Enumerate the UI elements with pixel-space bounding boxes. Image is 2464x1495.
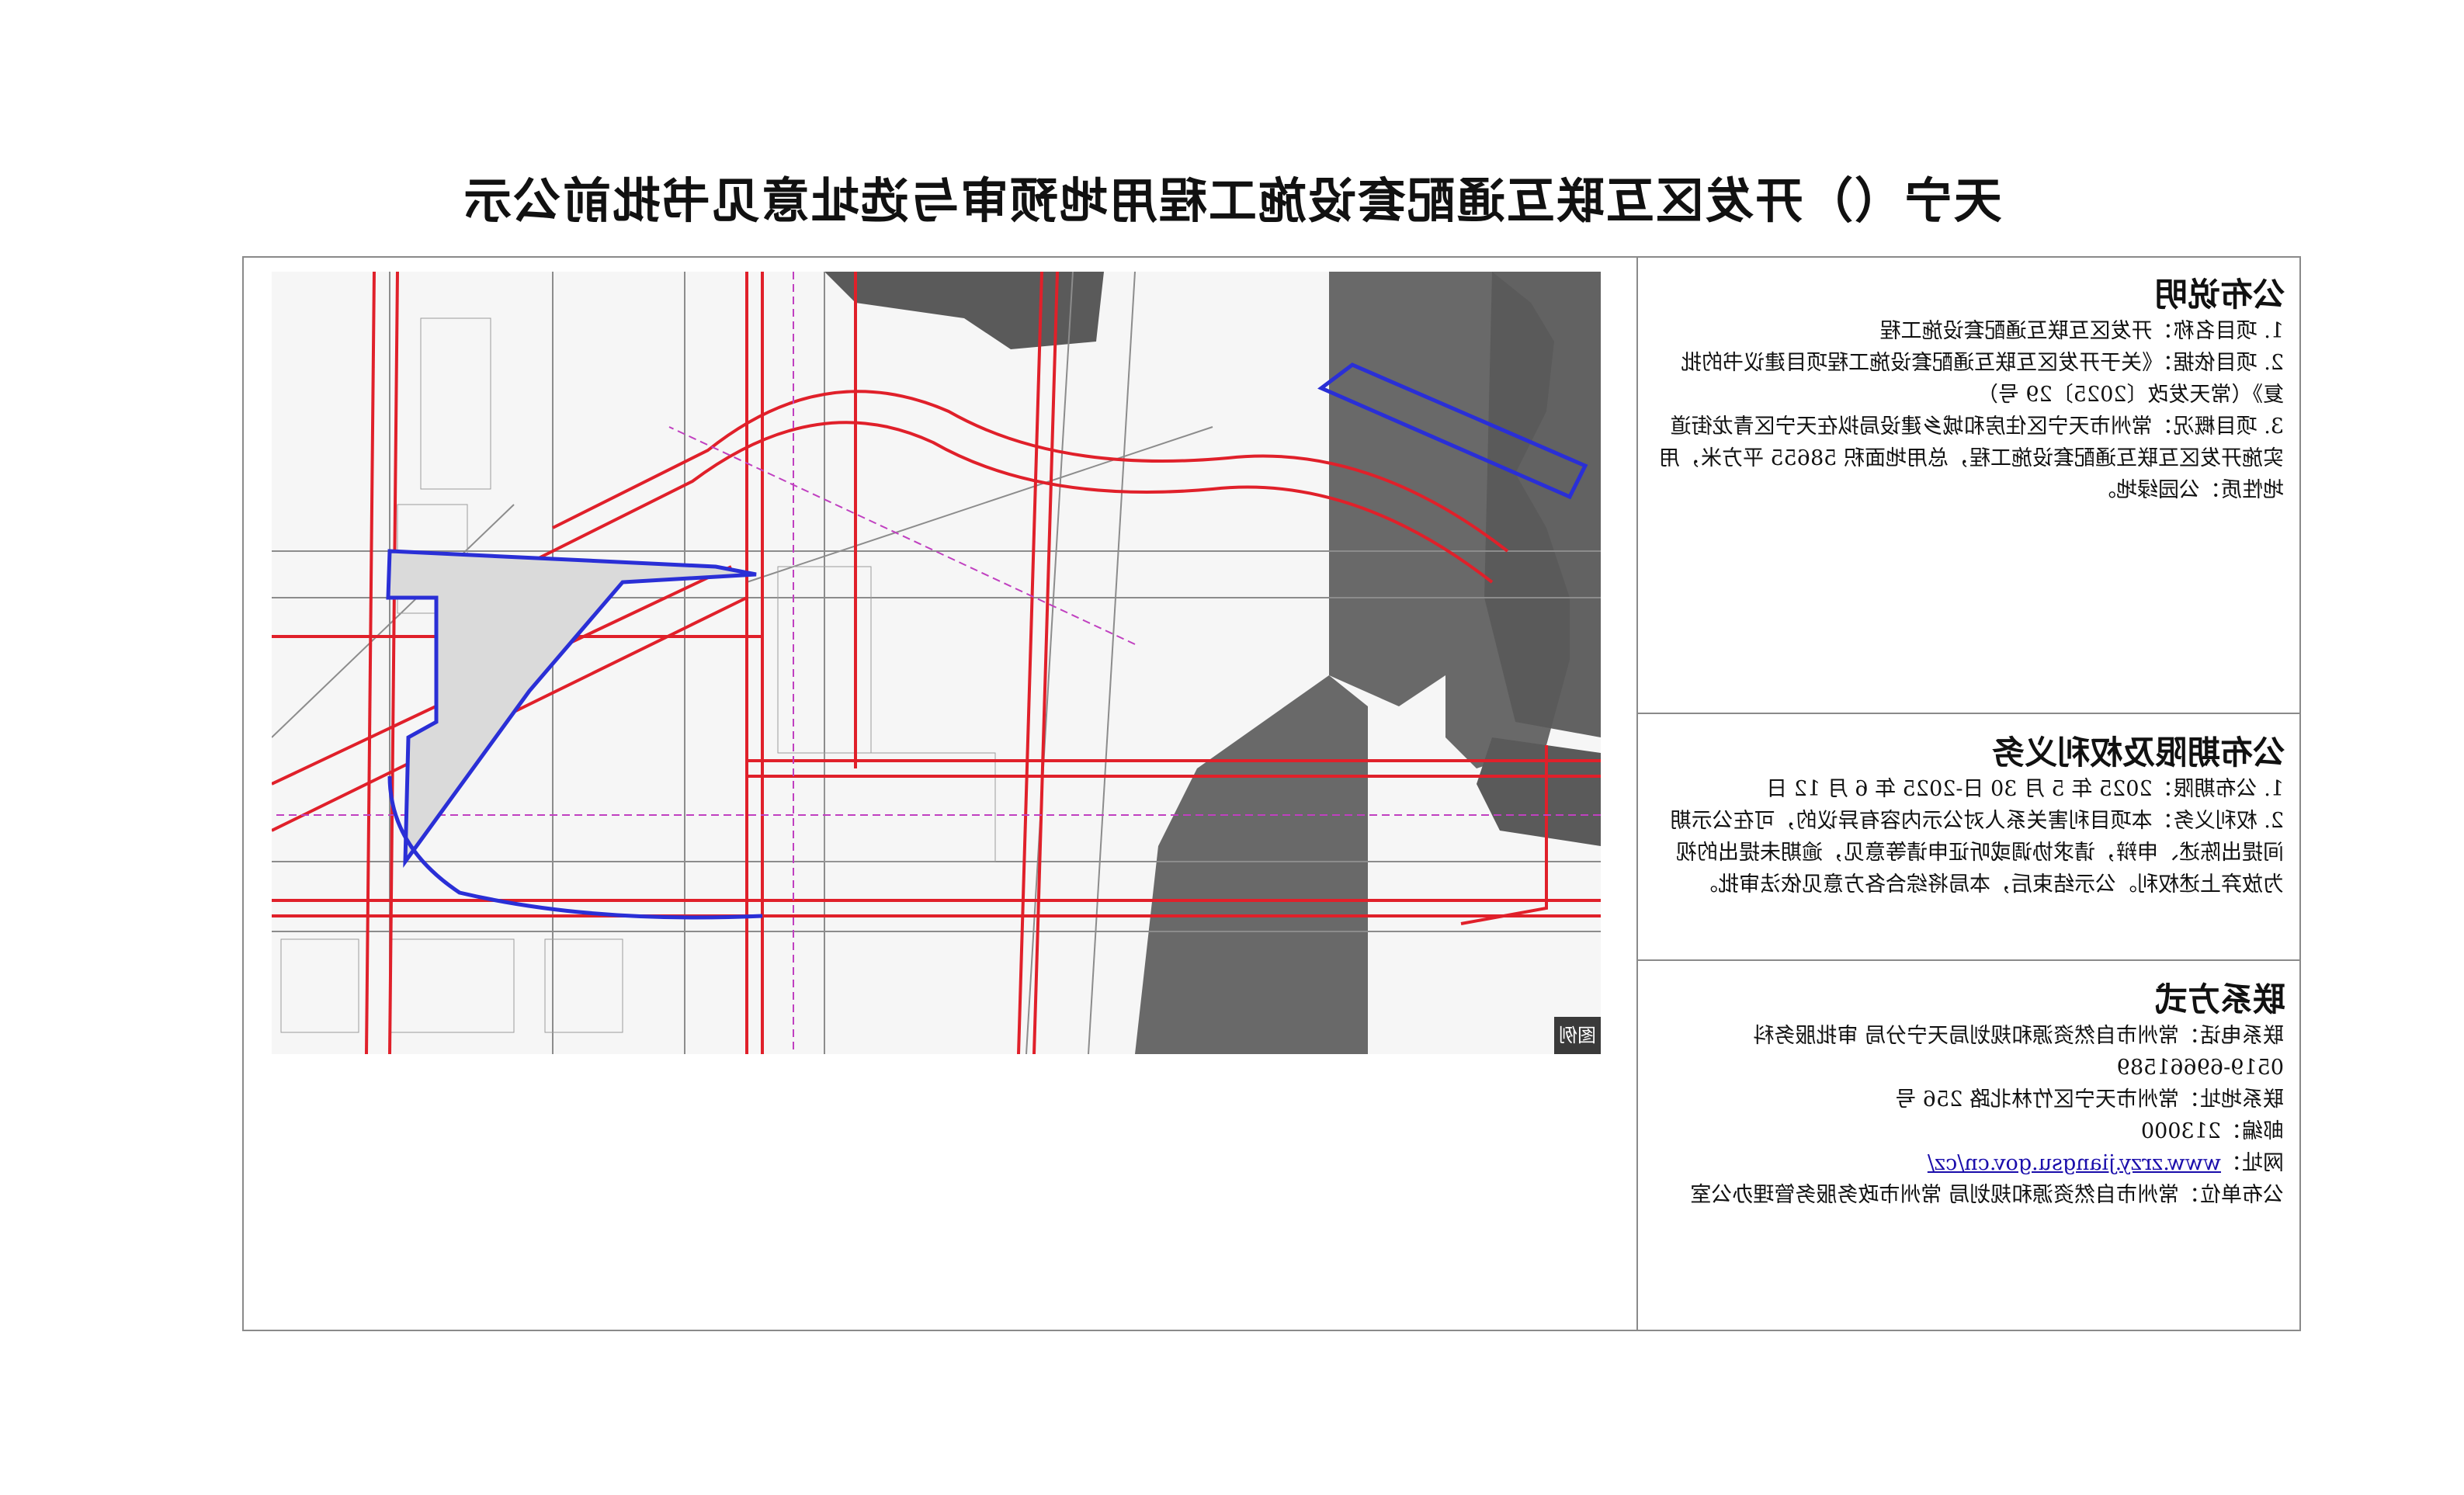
contact-address: 联系地址：常州市天宁区竹林北路 256 号 [1895, 1087, 2284, 1112]
period-heading: 公布期限及权利义务 [1991, 734, 2285, 772]
site-map-drawing: 图例 [272, 272, 1601, 1054]
contact-phone-label: 联系电话：常州市自然资源和规划局天宁分局 审批服务科 [1753, 1024, 2284, 1048]
period-line: 为放弃上述权利。公示结束后，本局将综合各方意见依法审批。 [1697, 872, 2284, 897]
site-map: 图例 [272, 272, 1601, 1054]
description-line: 1. 项目名称：开发区互联互通配套设施工程 [1879, 319, 2284, 343]
website-label: 网址： [2221, 1151, 2284, 1175]
period-section: 公布期限及权利义务 1. 公布期限：2025 年 5 月 30 日-2025 年… [1638, 714, 2301, 961]
description-line: 3. 项目概况：常州市天宁区住房和城乡建设局拟在天宁区青龙街道 [1670, 415, 2284, 439]
contact-section: 联系方式 联系电话：常州市自然资源和规划局天宁分局 审批服务科 0519-696… [1638, 961, 2301, 1331]
period-line: 间提出陈述、申辩，请求协调或听证申请等意见，逾期未提出的视 [1676, 841, 2284, 865]
legend-tab-label: 图例 [1559, 1025, 1596, 1046]
contact-heading: 联系方式 [2154, 980, 2285, 1018]
contact-publisher: 公布单位：常州市自然资源和规划局 常州市政务服务管理办公室 [1690, 1183, 2284, 1207]
contact-website: 网址：www.zrzy.jiangsu.gov.cn/cz/ [1638, 1147, 2301, 1179]
period-line: 1. 公布期限：2025 年 5 月 30 日-2025 年 6 月 12 日 [1766, 777, 2284, 801]
description-line: 2. 项目依据：《关于开发区互联互通配套设施工程项目建议书的批 [1681, 351, 2284, 375]
period-line: 2. 权利义务：本项目利害关系人对公示内容有异议的，可在公示期 [1670, 809, 2284, 833]
description-section: 公布说明 1. 项目名称：开发区互联互通配套设施工程 2. 项目依据：《关于开发… [1638, 256, 2301, 714]
contact-postcode: 邮编：213000 [2140, 1119, 2284, 1143]
page-title: 天宁（）开发区互联互通配套设施工程用地预审与选址意见书批前公示 [462, 172, 2003, 229]
website-link[interactable]: www.zrzy.jiangsu.gov.cn/cz/ [1928, 1151, 2221, 1175]
description-line: 地性质：公园绿地。 [2095, 478, 2284, 502]
description-line: 实施开发区互联互通配套设施工程，总用地面积 58655 平方米，用 [1658, 446, 2284, 470]
contact-phone-number: 0519-69661589 [2116, 1056, 2284, 1080]
info-column: 公布说明 1. 项目名称：开发区互联互通配套设施工程 2. 项目依据：《关于开发… [1636, 256, 2301, 1331]
description-line: 复》（常天发改〔2025〕29 号） [1976, 383, 2284, 407]
description-heading: 公布说明 [2154, 276, 2285, 314]
